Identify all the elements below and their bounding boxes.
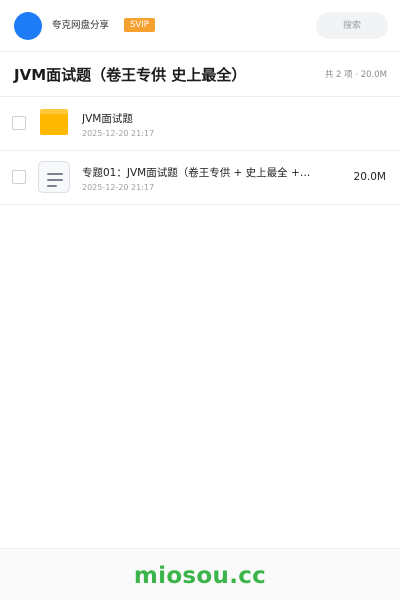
file-size: 20.0M [353,171,386,183]
file-date: 2025-12-20 21:17 [82,129,155,138]
brand-name: 夸克网盘分享 [52,20,110,31]
document-icon-line [47,185,57,187]
share-title-bar: JVM面试题（卷王专供 史上最全） 共 2 项 · 20.0M [0,52,400,97]
file-summary: 共 2 项 · 20.0M [324,70,387,80]
file-date: 2025-12-20 21:17 [82,183,155,192]
svip-badge: SVIP [124,18,155,32]
document-icon-line [47,179,63,181]
file-name[interactable]: 专题01：JVM面试题（卷王专供 + 史上最全 + 2023面试必备） [82,166,312,180]
site-watermark: miosou.cc [133,563,267,589]
folder-icon-body [40,114,68,135]
avatar[interactable] [14,12,42,40]
folder-icon [40,109,68,135]
document-icon [38,161,70,193]
page-title: JVM面试题（卷王专供 史上最全） [14,66,247,84]
file-row[interactable]: JVM面试题 2025-12-20 21:17 [0,97,400,151]
select-checkbox[interactable] [12,116,26,130]
search-input[interactable] [316,12,388,39]
file-row[interactable]: 专题01：JVM面试题（卷王专供 + 史上最全 + 2023面试必备） 2025… [0,151,400,205]
select-checkbox[interactable] [12,170,26,184]
footer: miosou.cc [0,548,400,600]
file-name[interactable]: JVM面试题 [82,112,302,126]
top-bar: 夸克网盘分享 SVIP [0,0,400,52]
document-icon-line [47,173,63,175]
